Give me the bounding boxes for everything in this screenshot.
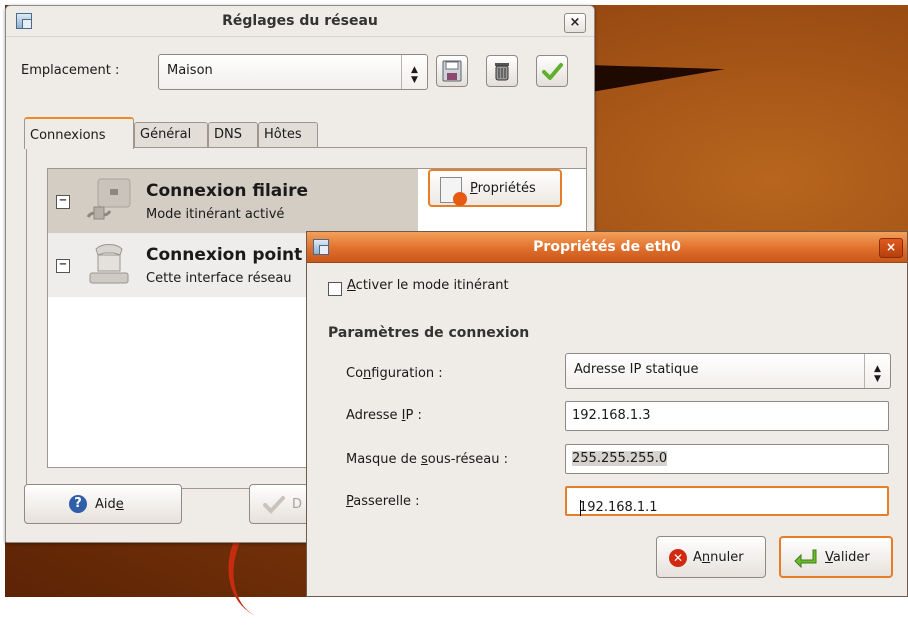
connection-description: Cette interface réseau: [146, 271, 292, 286]
properties-label: Propriétés: [470, 181, 536, 196]
trash-icon: [495, 63, 509, 81]
location-combo[interactable]: Maison ▲ ▼: [158, 54, 428, 90]
ok-button[interactable]: Valider: [779, 536, 893, 578]
ok-label: Valider: [825, 550, 870, 565]
configuration-label: Configuration :: [346, 366, 443, 381]
configuration-select[interactable]: Adresse IP statique ▲ ▼: [565, 353, 891, 389]
properties-icon: [440, 177, 467, 206]
check-icon: [263, 496, 285, 514]
roaming-checkbox[interactable]: [328, 282, 342, 296]
netmask-value: 255.255.255.0: [572, 451, 668, 466]
ip-address-field[interactable]: 192.168.1.3: [565, 401, 889, 431]
properties-dialog: Propriétés de eth0 × Activer le mode iti…: [306, 231, 908, 597]
gateway-field[interactable]: 192.168.1.1: [565, 486, 889, 516]
delete-location-button[interactable]: [486, 55, 518, 87]
configuration-value: Adresse IP statique: [574, 362, 699, 377]
tab-general[interactable]: Général: [134, 122, 208, 148]
help-icon: ?: [69, 495, 87, 513]
help-label: Aide: [95, 497, 124, 512]
close-button[interactable]: ×: [564, 13, 586, 33]
cancel-icon: ✕: [669, 549, 687, 567]
cancel-label: Annuler: [693, 550, 744, 565]
combo-arrows-icon: ▲ ▼: [401, 55, 427, 89]
location-value: Maison: [167, 63, 213, 78]
floppy-disk-icon: [442, 60, 462, 82]
tab-hotes[interactable]: Hôtes: [258, 122, 318, 148]
ip-address-value: 192.168.1.3: [572, 408, 651, 423]
window-title: Réglages du réseau: [222, 13, 378, 29]
expander-toggle[interactable]: −: [56, 259, 70, 273]
connection-settings-title: Paramètres de connexion: [328, 325, 530, 341]
text-caret: [580, 500, 581, 516]
tab-dns[interactable]: DNS: [208, 122, 258, 148]
modem-phone-icon: [89, 244, 129, 284]
dialog-title: Propriétés de eth0: [533, 239, 681, 255]
help-button[interactable]: ? Aide: [24, 484, 182, 524]
check-icon: [542, 63, 563, 80]
dialog-close-button[interactable]: ×: [879, 238, 903, 258]
connection-name: Connexion filaire: [146, 181, 309, 201]
ip-address-label: Adresse IP :: [346, 408, 422, 423]
wired-network-icon: [86, 178, 131, 220]
enter-arrow-icon: [794, 549, 817, 568]
list-item[interactable]: − Connexion filaire Mode itinérant activ…: [48, 169, 418, 233]
properties-button[interactable]: Propriétés: [428, 169, 562, 207]
wallpaper-bird-shape: [584, 55, 726, 93]
roaming-label[interactable]: Activer le mode itinérant: [347, 278, 509, 293]
cancel-button[interactable]: ✕ Annuler: [656, 536, 766, 578]
combo-arrows-icon: ▲ ▼: [864, 354, 890, 388]
dialog-titlebar[interactable]: Propriétés de eth0 ×: [307, 232, 907, 263]
location-label: Emplacement :: [21, 63, 120, 78]
connection-description: Mode itinérant activé: [146, 207, 285, 222]
tab-connexions[interactable]: Connexions: [24, 117, 134, 149]
save-location-button[interactable]: [436, 55, 468, 87]
netmask-label: Masque de sous-réseau :: [346, 452, 508, 467]
gateway-label: Passerelle :: [346, 494, 420, 509]
apply-location-button[interactable]: [536, 55, 568, 87]
expander-toggle[interactable]: −: [56, 195, 70, 209]
window-titlebar[interactable]: Réglages du réseau ×: [6, 6, 594, 37]
netmask-field[interactable]: 255.255.255.0: [565, 444, 889, 474]
hidden-button-label: D: [292, 497, 303, 512]
